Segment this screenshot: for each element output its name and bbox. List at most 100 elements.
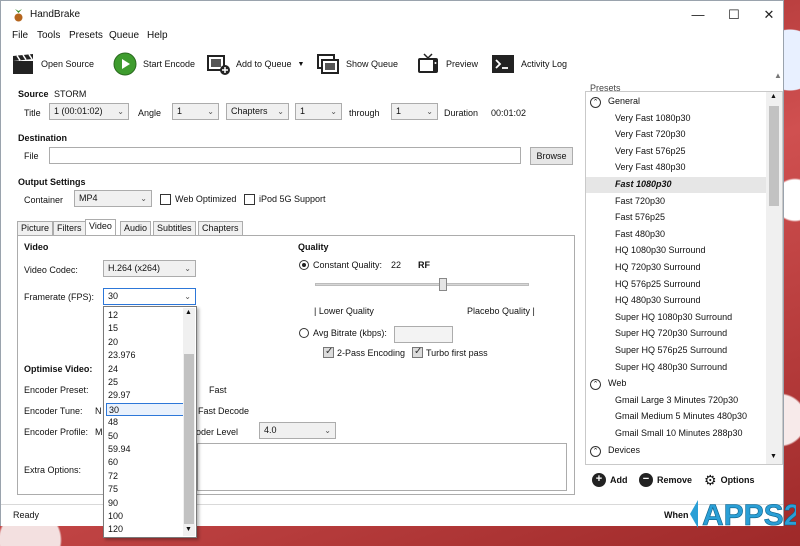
framerate-option[interactable]: 30 [106, 402, 184, 416]
preset-item[interactable]: Gmail Small 10 Minutes 288p30 [586, 426, 766, 442]
close-button[interactable]: ✕ [754, 5, 784, 25]
video-codec-select[interactable]: H.264 (x264) ⌄ [103, 260, 196, 277]
container-select[interactable]: MP4 ⌄ [74, 190, 152, 207]
preset-item[interactable]: HQ 1080p30 Surround [586, 243, 766, 259]
framerate-select[interactable]: 30 ⌄ [103, 288, 196, 305]
framerate-option[interactable]: 48 [106, 416, 184, 429]
framerate-option[interactable]: 59.94 [106, 443, 184, 456]
tab-video[interactable]: Video [85, 219, 116, 235]
preset-item[interactable]: Super HQ 720p30 Surround [586, 326, 766, 342]
range-start-select[interactable]: 1 ⌄ [295, 103, 342, 120]
framerate-option[interactable]: 15 [106, 322, 184, 335]
framerate-option[interactable]: 20 [106, 336, 184, 349]
framerate-option[interactable]: 100 [106, 510, 184, 523]
framerate-option[interactable]: 72 [106, 470, 184, 483]
preset-group-label: General [608, 96, 641, 106]
menu-queue[interactable]: Queue [109, 30, 139, 41]
collapse-icon[interactable]: ⌃ [590, 379, 601, 391]
preset-item[interactable]: Fast 1080p30 [586, 177, 766, 193]
preset-item[interactable]: Gmail Medium 5 Minutes 480p30 [586, 409, 766, 425]
show-queue-button[interactable]: Show Queue [316, 50, 398, 78]
quality-slider-thumb[interactable] [439, 278, 448, 291]
preset-item[interactable]: Fast 720p30 [586, 194, 766, 210]
quality-slider[interactable] [315, 278, 529, 292]
framerate-option[interactable]: 120 [106, 523, 184, 536]
preview-button[interactable]: Preview [416, 50, 478, 78]
angle-select[interactable]: 1 ⌄ [172, 103, 219, 120]
tab-picture[interactable]: Picture [17, 221, 54, 235]
two-pass-checkbox[interactable] [323, 346, 334, 358]
preset-group-web[interactable]: ⌃ Web [586, 376, 766, 392]
ipod-support-checkbox[interactable] [244, 194, 255, 205]
preset-item[interactable]: Super HQ 1080p30 Surround [586, 310, 766, 326]
extra-options-input[interactable] [197, 443, 567, 491]
menu-tools[interactable]: Tools [37, 30, 60, 41]
framerate-option[interactable]: 60 [106, 456, 184, 469]
framerate-dropdown-scroll-thumb[interactable] [184, 354, 194, 524]
avg-bitrate-input[interactable] [394, 326, 453, 343]
preset-item[interactable]: Very Fast 720p30 [586, 127, 766, 143]
framerate-option[interactable]: 25 [106, 376, 184, 389]
scroll-down-icon[interactable]: ▼ [185, 526, 192, 533]
preset-item[interactable]: Super HQ 480p30 Surround [586, 360, 766, 376]
scroll-up-icon[interactable]: ▲ [774, 71, 782, 80]
tab-audio[interactable]: Audio [120, 221, 152, 235]
activity-log-button[interactable]: Activity Log [491, 50, 567, 78]
preset-item[interactable]: HQ 720p30 Surround [586, 260, 766, 276]
web-optimized-checkbox[interactable] [160, 194, 171, 205]
add-to-queue-button[interactable]: Add to Queue ▼ [206, 50, 304, 78]
menu-presets[interactable]: Presets [69, 30, 103, 41]
range-type-select[interactable]: Chapters ⌄ [226, 103, 289, 120]
constant-quality-radio[interactable] [299, 260, 309, 270]
presets-scrollbar[interactable]: ▲ ▼ [766, 92, 782, 464]
turbo-first-pass-checkbox[interactable] [412, 346, 423, 358]
framerate-option[interactable]: 12 [106, 309, 184, 322]
minimize-button[interactable]: — [683, 5, 713, 25]
framerate-option[interactable]: 75 [106, 483, 184, 496]
menu-file[interactable]: File [12, 30, 28, 41]
encoder-level-select[interactable]: 4.0 ⌄ [259, 422, 336, 439]
preset-item[interactable]: Very Fast 480p30 [586, 160, 766, 176]
title-select[interactable]: 1 (00:01:02) ⌄ [49, 103, 129, 120]
preset-item[interactable]: Gmail Large 3 Minutes 720p30 [586, 393, 766, 409]
placebo-quality-label: Placebo Quality | [467, 306, 535, 316]
preset-options-button[interactable]: ⚙ Options [704, 472, 755, 488]
preset-item[interactable]: HQ 480p30 Surround [586, 293, 766, 309]
collapse-icon[interactable]: ⌃ [590, 97, 601, 108]
scroll-up-icon[interactable]: ▲ [770, 93, 777, 100]
framerate-option[interactable]: 50 [106, 430, 184, 443]
menu-help[interactable]: Help [147, 30, 168, 41]
tab-filters[interactable]: Filters [53, 221, 86, 235]
preset-group-devices[interactable]: ⌃ Devices [586, 443, 766, 459]
open-source-button[interactable]: Open Source [11, 50, 94, 78]
tab-chapters[interactable]: Chapters [198, 221, 243, 235]
scroll-down-icon[interactable]: ▼ [770, 453, 777, 460]
scroll-up-icon[interactable]: ▲ [185, 309, 192, 316]
remove-preset-button[interactable]: − Remove [639, 472, 692, 488]
preset-item[interactable]: Very Fast 1080p30 [586, 111, 766, 127]
file-input[interactable] [49, 147, 521, 164]
framerate-option[interactable]: 29.97 [106, 389, 184, 402]
framerate-option[interactable]: 90 [106, 497, 184, 510]
maximize-button[interactable]: ☐ [719, 5, 749, 25]
framerate-option[interactable]: 24 [106, 363, 184, 376]
preset-item[interactable]: HQ 576p25 Surround [586, 277, 766, 293]
preset-item[interactable]: Fast 480p30 [586, 227, 766, 243]
add-preset-button[interactable]: + Add [592, 472, 628, 488]
avg-bitrate-radio[interactable] [299, 328, 309, 338]
chevron-down-icon[interactable]: ▼ [298, 61, 305, 68]
range-end-select[interactable]: 1 ⌄ [391, 103, 438, 120]
preset-item[interactable]: Very Fast 576p25 [586, 144, 766, 160]
collapse-icon[interactable]: ⌃ [590, 445, 601, 457]
framerate-dropdown-scrollbar[interactable]: ▲ ▼ [183, 308, 195, 536]
preset-item[interactable]: Super HQ 576p25 Surround [586, 343, 766, 359]
presets-scroll-thumb[interactable] [769, 106, 779, 206]
browse-button[interactable]: Browse [530, 147, 573, 165]
container-value: MP4 [79, 193, 98, 203]
tab-subtitles[interactable]: Subtitles [153, 221, 196, 235]
preset-group-general[interactable]: ⌃ General [586, 94, 766, 110]
start-encode-button[interactable]: Start Encode [113, 50, 195, 78]
framerate-option[interactable]: 23.976 [106, 349, 184, 362]
preset-item[interactable]: Fast 576p25 [586, 210, 766, 226]
source-name: STORM [54, 89, 87, 99]
